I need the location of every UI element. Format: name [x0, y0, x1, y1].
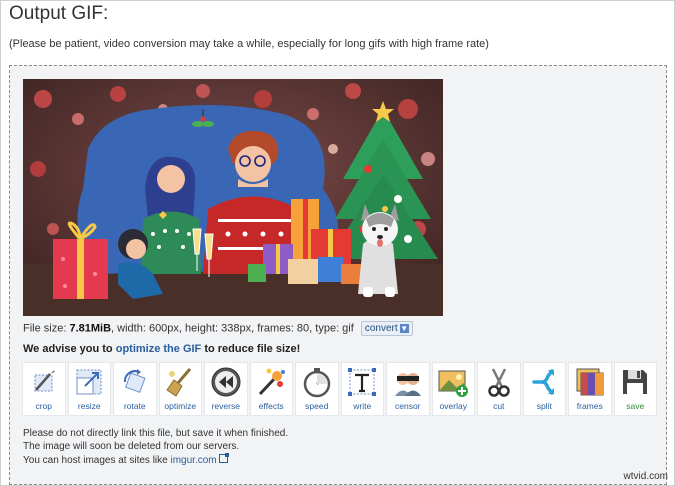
tool-crop[interactable]: crop	[22, 362, 66, 416]
file-info: File size: 7.81MiB, width: 600px, height…	[23, 321, 413, 336]
file-size-label: File size:	[23, 322, 70, 335]
tool-optimize-label: optimize	[164, 401, 197, 411]
external-link-icon	[218, 452, 229, 463]
tool-toolbar: crop resize rotate optimize reverse effe…	[22, 362, 657, 418]
tool-rotate[interactable]: rotate	[113, 362, 157, 416]
tool-optimize[interactable]: optimize	[158, 362, 202, 416]
imgur-link[interactable]: imgur.com	[171, 455, 217, 466]
tool-overlay[interactable]: overlay	[431, 362, 475, 416]
split-icon	[532, 369, 555, 395]
file-size-value: 7.81MiB	[69, 322, 112, 335]
tool-write[interactable]: write	[340, 362, 384, 416]
gif-preview[interactable]	[23, 79, 443, 316]
advice-prefix: We advise you to	[23, 343, 116, 355]
resize-icon	[76, 369, 102, 395]
tool-censor-label: censor	[394, 401, 421, 411]
patience-note: (Please be patient, video conversion may…	[9, 38, 489, 50]
rotate-icon	[123, 369, 146, 393]
footer-line-2: The image will soon be deleted from our …	[23, 440, 240, 452]
tool-frames-label: frames	[576, 401, 603, 411]
convert-button[interactable]: convert ▼	[360, 321, 413, 336]
tool-frames[interactable]: frames	[568, 362, 612, 416]
censor-faces-icon	[394, 373, 421, 396]
tool-speed[interactable]: speed	[295, 362, 339, 416]
stopwatch-icon	[303, 368, 330, 398]
image-overlay-icon	[438, 370, 469, 397]
tool-save-label: save	[626, 401, 645, 411]
floppy-disk-icon	[623, 370, 648, 394]
footer-line-3-prefix: You can host images at sites like	[23, 454, 171, 466]
footer-notes: Please do not directly link this file, b…	[23, 428, 288, 467]
christmas-illustration	[23, 79, 443, 316]
broom-icon	[166, 368, 192, 397]
tool-write-label: write	[353, 401, 372, 411]
tool-reverse[interactable]: reverse	[204, 362, 248, 416]
page-title: Output GIF:	[9, 3, 109, 24]
tool-split-label: split	[536, 401, 552, 411]
tool-overlay-label: overlay	[439, 401, 467, 411]
advice-suffix: to reduce file size!	[201, 343, 301, 355]
rewind-icon	[211, 367, 241, 397]
tool-speed-label: speed	[305, 401, 329, 411]
frames-icon	[576, 368, 604, 396]
optimize-advice: We advise you to optimize the GIF to red…	[23, 343, 300, 355]
tool-cut[interactable]: cut	[477, 362, 521, 416]
scissors-icon	[488, 368, 510, 397]
tool-resize[interactable]: resize	[67, 362, 111, 416]
footer-line-1: Please do not directly link this file, b…	[23, 428, 289, 439]
watermark: wtvid.com	[623, 471, 668, 482]
tool-reverse-label: reverse	[211, 401, 240, 411]
text-icon	[348, 368, 377, 396]
tool-censor[interactable]: censor	[386, 362, 430, 416]
tool-crop-label: crop	[35, 401, 53, 411]
file-details: , width: 600px, height: 338px, frames: 8…	[111, 322, 354, 335]
tool-rotate-label: rotate	[123, 401, 146, 411]
tool-effects[interactable]: effects	[249, 362, 293, 416]
tool-split[interactable]: split	[522, 362, 566, 416]
output-panel: File size: 7.81MiB, width: 600px, height…	[9, 65, 667, 485]
convert-label: convert	[364, 323, 398, 334]
tool-cut-label: cut	[493, 401, 505, 411]
optimize-gif-link[interactable]: optimize the GIF	[116, 343, 202, 355]
tool-resize-label: resize	[77, 401, 101, 411]
footer-line-3: You can host images at sites like imgur.…	[23, 452, 288, 468]
tool-effects-label: effects	[258, 401, 284, 411]
download-arrow-icon: ▼	[399, 324, 409, 333]
crop-icon	[34, 370, 55, 392]
magic-wand-icon	[259, 368, 286, 396]
tool-save[interactable]: save	[613, 362, 657, 416]
